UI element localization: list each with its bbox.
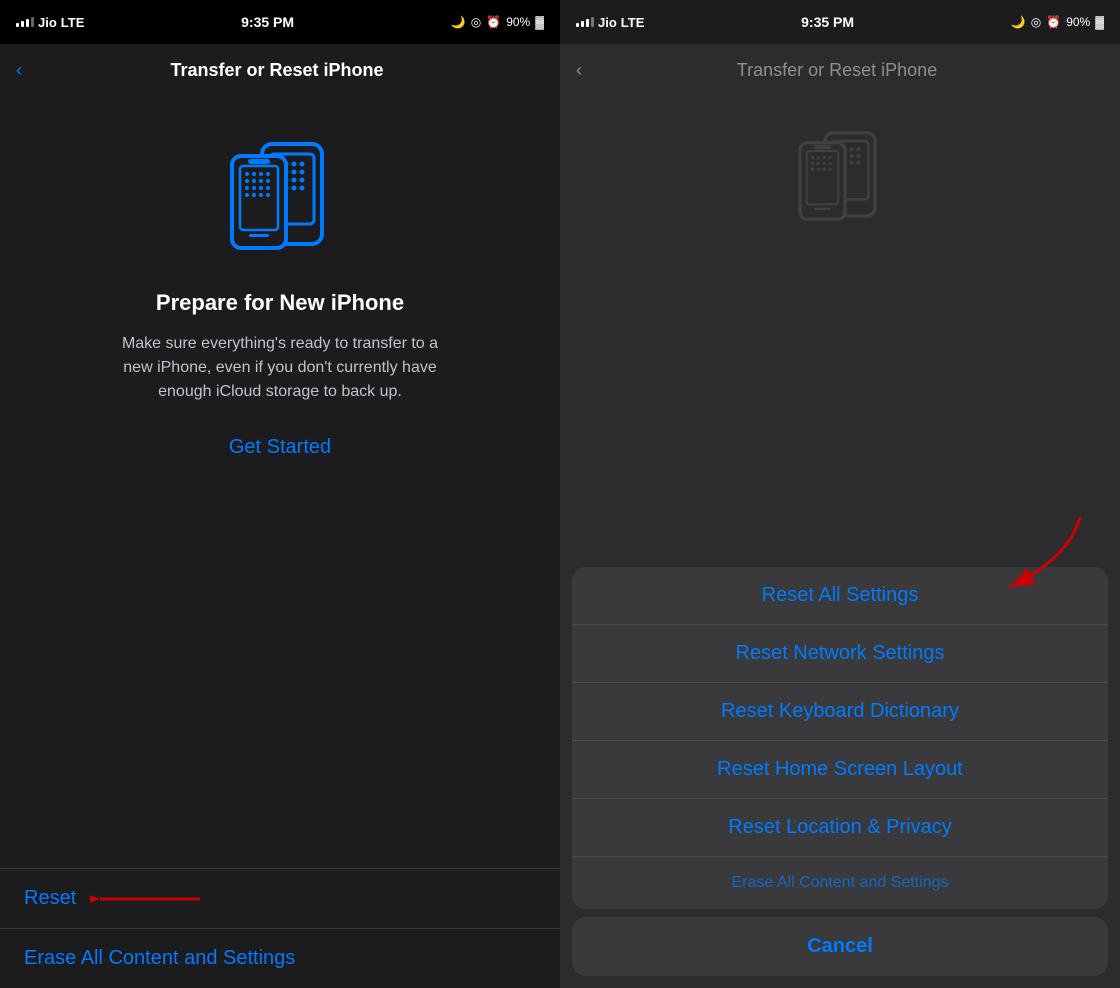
reset-modal-sheet: Reset All Settings Reset Network Setting… xyxy=(560,567,1120,988)
transfer-phones-icon xyxy=(220,126,340,266)
left-bottom-section: Reset Erase All Content and Settings xyxy=(0,868,560,988)
reset-arrow-annotation xyxy=(90,879,210,919)
signal-icon xyxy=(16,17,34,27)
left-panel: Jio LTE 9:35 PM 🌙 ◎ ⏰ 90% ▓ ‹ Transfer o… xyxy=(0,0,560,988)
alarm-icon: ⏰ xyxy=(486,15,501,29)
right-battery-area: 🌙 ◎ ⏰ 90% ▓ xyxy=(1011,15,1104,29)
battery-icon: ▓ xyxy=(535,15,544,29)
moon-icon: 🌙 xyxy=(451,15,466,29)
right-phones-icon xyxy=(790,116,890,236)
left-battery-area: 🌙 ◎ ⏰ 90% ▓ xyxy=(451,15,544,29)
right-moon-icon: 🌙 xyxy=(1011,15,1026,29)
reset-all-settings-item[interactable]: Reset All Settings xyxy=(572,567,1108,625)
right-status-bar: Jio LTE 9:35 PM 🌙 ◎ ⏰ 90% ▓ xyxy=(560,0,1120,44)
left-status-bar: Jio LTE 9:35 PM 🌙 ◎ ⏰ 90% ▓ xyxy=(0,0,560,44)
right-signal-icon xyxy=(576,17,594,27)
right-location-icon: ◎ xyxy=(1031,15,1041,29)
left-carrier-info: Jio LTE xyxy=(16,15,84,30)
reset-network-settings-item[interactable]: Reset Network Settings xyxy=(572,625,1108,683)
prepare-title: Prepare for New iPhone xyxy=(156,290,404,316)
network-label: LTE xyxy=(61,15,85,30)
right-battery-icon: ▓ xyxy=(1095,15,1104,29)
get-started-button[interactable]: Get Started xyxy=(229,436,331,459)
location-icon: ◎ xyxy=(471,15,481,29)
reset-options-group: Reset All Settings Reset Network Setting… xyxy=(572,567,1108,909)
left-back-button[interactable]: ‹ xyxy=(16,60,22,81)
right-back-button[interactable]: ‹ xyxy=(576,60,582,81)
right-time: 9:35 PM xyxy=(801,14,854,30)
left-nav-bar: ‹ Transfer or Reset iPhone xyxy=(0,44,560,96)
right-panel: Jio LTE 9:35 PM 🌙 ◎ ⏰ 90% ▓ ‹ Transfer o… xyxy=(560,0,1120,988)
erase-all-content-item[interactable]: Erase All Content and Settings xyxy=(572,857,1108,909)
reset-keyboard-dictionary-item[interactable]: Reset Keyboard Dictionary xyxy=(572,683,1108,741)
right-carrier-info: Jio LTE xyxy=(576,15,644,30)
cancel-button[interactable]: Cancel xyxy=(572,917,1108,976)
battery-label: 90% xyxy=(506,15,530,29)
right-network-label: LTE xyxy=(621,15,645,30)
erase-all-menu-item[interactable]: Erase All Content and Settings xyxy=(0,929,560,988)
reset-home-screen-layout-item[interactable]: Reset Home Screen Layout xyxy=(572,741,1108,799)
left-phone-illustration xyxy=(220,126,340,266)
right-nav-bar: ‹ Transfer or Reset iPhone xyxy=(560,44,1120,96)
right-battery-label: 90% xyxy=(1066,15,1090,29)
right-alarm-icon: ⏰ xyxy=(1046,15,1061,29)
prepare-body: Make sure everything's ready to transfer… xyxy=(120,332,440,404)
reset-menu-item[interactable]: Reset xyxy=(0,869,560,929)
left-content: Prepare for New iPhone Make sure everyth… xyxy=(0,96,560,868)
right-carrier-label: Jio xyxy=(598,15,617,30)
reset-location-privacy-item[interactable]: Reset Location & Privacy xyxy=(572,799,1108,857)
left-time: 9:35 PM xyxy=(241,14,294,30)
right-nav-title: Transfer or Reset iPhone xyxy=(590,60,1084,81)
left-nav-title: Transfer or Reset iPhone xyxy=(30,60,524,81)
carrier-label: Jio xyxy=(38,15,57,30)
